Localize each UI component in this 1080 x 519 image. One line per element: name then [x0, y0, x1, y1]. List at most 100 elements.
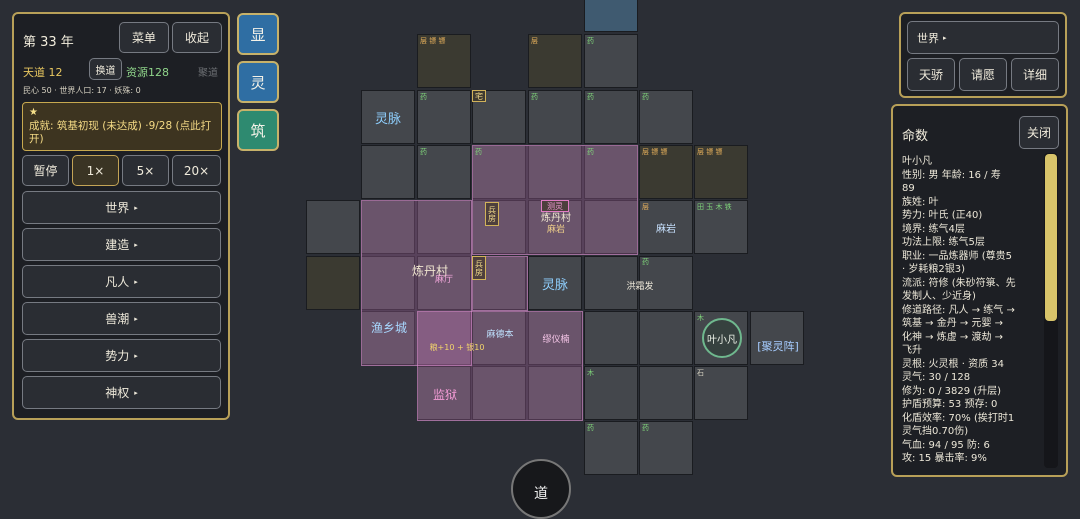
fate-line: 修为: 0 / 3829 (升层)	[902, 385, 1002, 397]
petition-button[interactable]: 请愿	[959, 58, 1007, 91]
barracks-building[interactable]: 兵房	[485, 202, 499, 226]
fate-line: 功法上限: 练气5层	[902, 237, 985, 248]
marker-tag: 层 镖 镖	[642, 148, 668, 156]
character-token[interactable]: 叶小凡	[702, 318, 742, 358]
left-panel: 第 33 年 菜单 收起 天道 12 换道 资源128 聚道 民心 50 · 世…	[12, 12, 230, 420]
chevron-right-icon: ▸	[134, 388, 138, 397]
map-tile[interactable]	[584, 311, 638, 365]
marker-tag: 药	[420, 93, 427, 101]
menu-world-label: 世界	[105, 201, 130, 215]
dao-label: 道	[534, 486, 548, 502]
speed-20x-button[interactable]: 20×	[172, 155, 221, 186]
fate-line: 筑基 → 金丹 → 元婴 →	[902, 318, 1004, 329]
menu-build-label: 建造	[105, 238, 130, 252]
map-tile[interactable]	[306, 200, 360, 254]
achievement-box[interactable]: ★ 成就: 筑基初现 (未达成) ·9/28 (点此打开)	[22, 102, 222, 151]
npc-label: 洪霜发	[626, 282, 654, 292]
collapse-button[interactable]: 收起	[172, 22, 222, 53]
chevron-right-icon: ▸	[134, 277, 138, 286]
menu-beast-tide-button[interactable]: 兽潮 ▸	[22, 302, 221, 335]
marker-tag: 层	[531, 37, 538, 45]
barracks-building[interactable]: 兵房	[472, 256, 486, 280]
marker-tag: 药	[475, 148, 482, 156]
fate-line: 护盾预算: 53 预存: 0	[902, 399, 998, 410]
scrollbar-track[interactable]	[1044, 153, 1058, 468]
fate-line: 叶小凡	[902, 156, 932, 167]
map-tile[interactable]	[639, 311, 693, 365]
fate-line: 89	[902, 183, 915, 194]
fate-line: 境界: 练气4层	[902, 223, 965, 235]
fate-line: 发制人、少近身)	[902, 291, 976, 302]
marker-tag: 木	[697, 314, 704, 322]
world-map[interactable]: 层 镖 镖 层 药 药 药 药 药 药 药 药 层 镖 镖 层 镖 镖 层 田 …	[300, 0, 860, 519]
toggle-display-button[interactable]: 显	[237, 13, 279, 55]
chevron-right-icon: ▸	[943, 33, 947, 42]
speed-1x-button[interactable]: 1×	[72, 155, 119, 186]
npc-label: 麻德本	[486, 330, 514, 340]
heaven-talent-button[interactable]: 天骄	[907, 58, 955, 91]
fate-line: 攻: 15 暴击率: 9%	[902, 453, 987, 464]
fate-line: 灵根: 火灵根 · 资质 34	[902, 358, 1004, 370]
menu-mortals-button[interactable]: 凡人 ▸	[22, 265, 221, 298]
settlement-label: 麻岩	[546, 225, 565, 235]
fate-line: 势力: 叶氏 (正40)	[902, 210, 983, 221]
settlement-label: 麻厅	[434, 275, 453, 285]
fate-line: 化盾效率: 70% (挨打时1	[902, 412, 1015, 424]
menu-button[interactable]: 菜单	[119, 22, 169, 53]
toggle-spirit-button[interactable]: 灵	[237, 61, 279, 103]
map-tile[interactable]	[361, 145, 415, 199]
marker-tag: 层 镖 镖	[420, 37, 446, 45]
npc-label: 缪仪楠	[542, 335, 570, 345]
resources-value: 资源128	[126, 66, 169, 79]
speed-5x-button[interactable]: 5×	[122, 155, 169, 186]
fate-line: 灵气: 30 / 128	[902, 372, 971, 383]
close-button[interactable]: 关闭	[1019, 116, 1059, 149]
menu-faction-label: 势力	[105, 349, 130, 363]
world-select[interactable]: 世界 ▸	[907, 21, 1059, 54]
spirit-vein-label: 灵脉	[541, 278, 568, 293]
marker-tag: 石	[697, 369, 704, 377]
map-tile[interactable]	[639, 366, 693, 420]
menu-divine-button[interactable]: 神权 ▸	[22, 376, 221, 409]
map-tile[interactable]	[306, 256, 360, 310]
marker-tag: 层	[642, 203, 649, 211]
world-stats: 民心 50 · 世界人口: 17 · 妖殊: 0	[23, 86, 141, 95]
menu-divine-label: 神权	[105, 386, 130, 400]
marker-tag: 药	[587, 37, 594, 45]
toggle-build-button[interactable]: 筑	[237, 109, 279, 151]
juyi-label: 聚道	[198, 68, 218, 79]
menu-world-button[interactable]: 世界 ▸	[22, 191, 221, 224]
marker-tag: 木	[587, 369, 594, 377]
fate-line: 化神 → 炼虚 → 渡劫 →	[902, 331, 1004, 343]
marker-tag: 药	[587, 424, 594, 432]
array-label: [聚灵阵]	[757, 340, 799, 353]
marker-tag: 药	[587, 93, 594, 101]
year-label: 第 33 年	[23, 35, 74, 50]
fate-details: 叶小凡 性别: 男 年龄: 16 / 寿 89 族姓: 叶 势力: 叶氏 (正4…	[902, 155, 1042, 466]
map-tile[interactable]	[584, 0, 638, 32]
marker-tag: 药	[587, 148, 594, 156]
chevron-right-icon: ▸	[134, 203, 138, 212]
marker-tag: 药	[420, 148, 427, 156]
world-select-label: 世界	[917, 31, 939, 45]
marker-tag: 层 镖 镖	[697, 148, 723, 156]
dao-button[interactable]: 道	[511, 459, 571, 519]
menu-build-button[interactable]: 建造 ▸	[22, 228, 221, 261]
marker-tag: 药	[642, 93, 649, 101]
details-button[interactable]: 详细	[1011, 58, 1059, 91]
fate-line: · 岁耗粮2银3)	[902, 264, 965, 275]
switch-dao-button[interactable]: 换道	[89, 58, 122, 80]
scrollbar-thumb[interactable]	[1045, 154, 1057, 321]
menu-faction-button[interactable]: 势力 ▸	[22, 339, 221, 372]
fate-panel: 命数 关闭 叶小凡 性别: 男 年龄: 16 / 寿 89 族姓: 叶 势力: …	[891, 104, 1068, 477]
fate-line: 修道路径: 凡人 → 练气 →	[902, 304, 1015, 316]
marker-tag: 田 玉 木 铁	[697, 203, 732, 211]
fate-line: 职业: 一品炼器师 (尊贵5	[902, 250, 1012, 262]
marker-tag: 药	[642, 258, 649, 266]
speed-pause-button[interactable]: 暂停	[22, 155, 69, 186]
fate-title: 命数	[902, 129, 929, 144]
fate-line: 灵气挡0.70伤)	[902, 426, 969, 437]
fate-line: 飞升	[902, 345, 922, 356]
zhai-building[interactable]: 宅	[472, 90, 486, 102]
achievement-text: 成就: 筑基初现 (未达成) ·9/28 (点此打开)	[29, 120, 212, 145]
